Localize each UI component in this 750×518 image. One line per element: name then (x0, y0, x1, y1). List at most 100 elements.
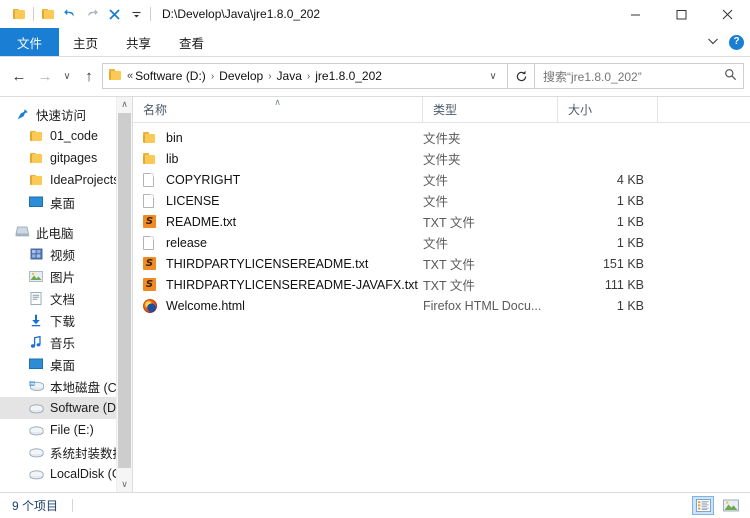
scrollbar-thumb[interactable] (118, 113, 131, 468)
sidebar-label: File (E:) (50, 423, 94, 437)
forward-button[interactable]: → (32, 64, 58, 88)
sidebar-label: 01_code (50, 129, 98, 143)
table-row[interactable]: S THIRDPARTYLICENSEREADME.txt TXT 文件 151… (133, 253, 750, 274)
sidebar-item-01-code[interactable]: 01_code (0, 125, 132, 147)
downloads-icon (28, 314, 44, 327)
tab-view[interactable]: 查看 (165, 28, 218, 56)
scroll-up-icon[interactable]: ∧ (117, 97, 132, 112)
recent-locations-icon[interactable]: ∨ (58, 64, 76, 88)
title-bar: D:\Develop\Java\jre1.8.0_202 (0, 0, 750, 28)
sidebar-item-this-pc[interactable]: 此电脑 (0, 221, 132, 243)
delete-icon[interactable] (103, 3, 125, 25)
column-header-type[interactable]: 类型 (423, 97, 558, 122)
sidebar-item-file-e[interactable]: File (E:) (0, 419, 132, 441)
sidebar-item-ideaprojects[interactable]: IdeaProjects-j3- (0, 169, 132, 191)
sidebar-item-desktop[interactable]: 桌面 (0, 353, 132, 375)
column-header-label: 大小 (568, 101, 592, 118)
sidebar-item-videos[interactable]: 视频 (0, 243, 132, 265)
status-divider (72, 499, 73, 512)
breadcrumb-folder-icon (109, 69, 122, 83)
view-mode-buttons (692, 496, 742, 515)
file-name-cell[interactable]: COPYRIGHT (133, 173, 423, 187)
breadcrumb-item-jre[interactable]: jre1.8.0_202 (315, 69, 382, 83)
column-header-size[interactable]: 大小 (558, 97, 658, 122)
file-name-cell[interactable]: S README.txt (133, 215, 423, 229)
new-folder-icon[interactable] (37, 3, 59, 25)
item-count-label: 9 个项目 (0, 497, 58, 514)
file-icon (143, 194, 161, 208)
sidebar-label: 音乐 (50, 333, 75, 352)
file-type-cell: TXT 文件 (423, 212, 558, 231)
back-button[interactable]: ← (6, 64, 32, 88)
qat-divider-2 (150, 7, 151, 21)
sidebar-item-desktop-quick[interactable]: 桌面 (0, 191, 132, 213)
navigation-list: 快速访问 01_code gitpages IdeaProjects-j3- (0, 97, 132, 485)
table-row[interactable]: COPYRIGHT 文件 4 KB (133, 169, 750, 190)
window-title: D:\Develop\Java\jre1.8.0_202 (162, 7, 320, 21)
sort-ascending-icon: ∧ (274, 98, 281, 107)
customize-qat-icon[interactable] (125, 3, 147, 25)
file-size-cell: 1 KB (558, 194, 658, 208)
maximize-button[interactable] (658, 0, 704, 28)
refresh-button[interactable] (508, 63, 535, 89)
breadcrumb-item-software-d[interactable]: Software (D:) (135, 69, 206, 83)
sidebar-item-pictures[interactable]: 图片 (0, 265, 132, 287)
table-row[interactable]: lib 文件夹 (133, 148, 750, 169)
sidebar-item-localdisk-g[interactable]: LocalDisk (G:) (0, 463, 132, 485)
scroll-down-icon[interactable]: ∨ (117, 477, 132, 492)
sidebar-scrollbar[interactable]: ∧ ∨ (116, 97, 132, 492)
address-dropdown-icon[interactable]: ∨ (483, 71, 503, 82)
undo-icon[interactable] (59, 3, 81, 25)
file-name-cell[interactable]: S THIRDPARTYLICENSEREADME.txt (133, 257, 423, 271)
sidebar-item-local-disk-c[interactable]: 本地磁盘 (C:) (0, 375, 132, 397)
minimize-button[interactable] (612, 0, 658, 28)
breadcrumb-item-java[interactable]: Java (277, 69, 302, 83)
sidebar-item-system-data-disk[interactable]: 系统封装数据盘 (0, 441, 132, 463)
search-icon[interactable] (724, 68, 737, 84)
file-name-cell[interactable]: LICENSE (133, 194, 423, 208)
search-box[interactable]: 搜索“jre1.8.0_202” (535, 63, 744, 89)
sidebar-item-quick-access[interactable]: 快速访问 (0, 103, 132, 125)
table-row[interactable]: LICENSE 文件 1 KB (133, 190, 750, 211)
up-button[interactable]: ↑ (76, 64, 102, 88)
close-button[interactable] (704, 0, 750, 28)
breadcrumb-item-develop[interactable]: Develop (219, 69, 263, 83)
help-icon[interactable]: ? (729, 35, 744, 50)
table-row[interactable]: release 文件 1 KB (133, 232, 750, 253)
file-name-cell[interactable]: S THIRDPARTYLICENSEREADME-JAVAFX.txt (133, 278, 423, 292)
file-name-cell[interactable]: release (133, 236, 423, 250)
chevron-down-icon[interactable] (707, 35, 719, 49)
column-header-name[interactable]: ∧ 名称 (133, 97, 423, 122)
file-name-cell[interactable]: lib (133, 152, 423, 166)
file-list-pane: ∧ 名称 类型 大小 bin 文件夹 (132, 97, 750, 492)
breadcrumb-separator-3[interactable]: › (307, 71, 310, 82)
file-type-cell: TXT 文件 (423, 275, 558, 294)
details-view-button[interactable] (692, 496, 714, 515)
redo-icon[interactable] (81, 3, 103, 25)
breadcrumb-separator-2[interactable]: › (268, 71, 271, 82)
sidebar-item-documents[interactable]: 文档 (0, 287, 132, 309)
file-type-cell: 文件夹 (423, 128, 558, 147)
file-name-cell[interactable]: Welcome.html (133, 299, 423, 313)
tab-file[interactable]: 文件 (0, 28, 59, 56)
file-name-cell[interactable]: bin (133, 131, 423, 145)
folder-icon (28, 131, 44, 142)
breadcrumb[interactable]: « Software (D:) › Develop › Java › jre1.… (102, 63, 508, 89)
table-row[interactable]: Welcome.html Firefox HTML Docu... 1 KB (133, 295, 750, 316)
sidebar-item-downloads[interactable]: 下载 (0, 309, 132, 331)
tab-home[interactable]: 主页 (59, 28, 112, 56)
breadcrumb-separator-1[interactable]: › (211, 71, 214, 82)
breadcrumb-overflow-icon[interactable]: « (127, 70, 133, 82)
table-row[interactable]: S README.txt TXT 文件 1 KB (133, 211, 750, 232)
sidebar-item-software-d[interactable]: Software (D:) (0, 397, 132, 419)
table-row[interactable]: S THIRDPARTYLICENSEREADME-JAVAFX.txt TXT… (133, 274, 750, 295)
table-row[interactable]: bin 文件夹 (133, 127, 750, 148)
sidebar-item-gitpages[interactable]: gitpages (0, 147, 132, 169)
tab-share[interactable]: 共享 (112, 28, 165, 56)
sidebar-label: 快速访问 (36, 105, 86, 124)
large-icons-view-button[interactable] (720, 496, 742, 515)
search-input[interactable]: 搜索“jre1.8.0_202” (543, 68, 724, 85)
system-drive-icon (28, 380, 44, 392)
qat-divider (33, 7, 34, 21)
sidebar-item-music[interactable]: 音乐 (0, 331, 132, 353)
